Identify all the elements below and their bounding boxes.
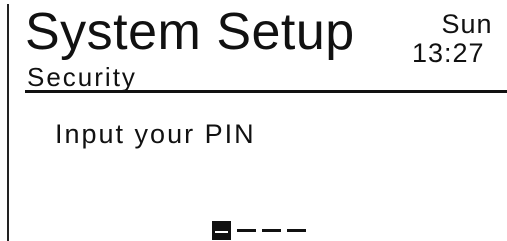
pin-digit-slot-4[interactable] xyxy=(287,229,306,232)
pin-digit-slot-3[interactable] xyxy=(262,229,281,232)
header-divider xyxy=(25,90,507,93)
day-label: Sun xyxy=(441,9,493,39)
pin-digit-slot-1[interactable] xyxy=(212,221,231,240)
lcd-screen: System Setup Security Sun 13:27 Input yo… xyxy=(0,0,507,241)
page-title: System Setup xyxy=(25,3,355,61)
pin-prompt: Input your PIN xyxy=(55,119,256,149)
pin-entry-field[interactable] xyxy=(212,213,306,240)
time-label: 13:27 xyxy=(412,38,485,68)
pin-digit-slot-2[interactable] xyxy=(237,229,256,232)
screen-left-border xyxy=(7,4,9,241)
section-subtitle: Security xyxy=(27,62,137,92)
